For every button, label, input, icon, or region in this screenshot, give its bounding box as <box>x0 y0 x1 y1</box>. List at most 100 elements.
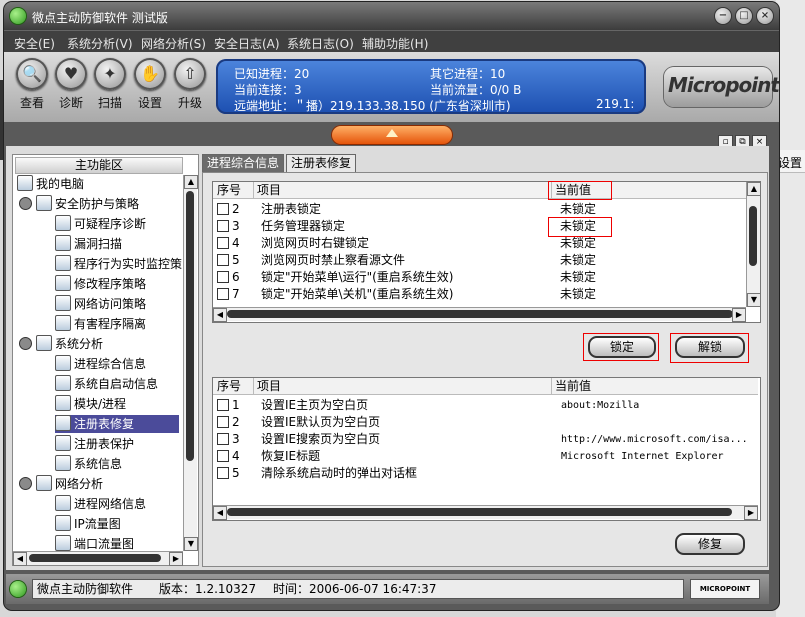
status-logo: MICROPOINT <box>690 579 760 599</box>
maximize-icon[interactable]: □ <box>736 8 752 24</box>
scroll-down-icon[interactable]: ▼ <box>747 293 760 307</box>
table-header: 序号 项目 当前值 <box>213 378 758 395</box>
title-bar[interactable]: 微点主动防御软件 测试版 − □ × <box>4 2 779 30</box>
row-checkbox[interactable] <box>217 450 229 462</box>
tab-registry-repair[interactable]: 注册表修复 <box>286 154 357 172</box>
row-checkbox[interactable] <box>217 237 229 249</box>
row-checkbox[interactable] <box>217 416 229 428</box>
menu-security[interactable]: 安全(E) <box>14 35 55 52</box>
tree-network-analysis[interactable]: 网络分析 <box>19 475 103 493</box>
status-text-box: 微点主动防御软件 版本：1.2.10327 时间：2006-06-07 16:4… <box>32 579 684 599</box>
scroll-thumb[interactable] <box>29 554 161 562</box>
menu-tools[interactable]: 辅助功能(H) <box>362 35 428 52</box>
scroll-left-icon[interactable]: ◀ <box>13 552 27 566</box>
repair-button[interactable]: 修复 <box>675 533 745 555</box>
monitor-icon <box>55 255 71 271</box>
settings-button[interactable]: ✋ 设置 <box>132 58 168 111</box>
row-checkbox[interactable] <box>217 203 229 215</box>
scroll-up-icon[interactable]: ▲ <box>184 175 198 189</box>
up-triangle-icon <box>386 129 398 137</box>
tree-registry-protect[interactable]: 注册表保护 <box>55 435 134 453</box>
minimize-icon[interactable]: − <box>715 8 731 24</box>
network-analysis-icon <box>36 475 52 491</box>
menu-security-log[interactable]: 安全日志(A) <box>214 35 280 52</box>
table1-horizontal-scrollbar[interactable]: ◀ ▶ <box>213 307 746 322</box>
scroll-thumb[interactable] <box>227 508 732 516</box>
table-row[interactable]: 4 恢复IE标题 Microsoft Internet Explorer <box>217 448 757 465</box>
tree-behavior-monitor[interactable]: 程序行为实时监控策 <box>55 255 182 273</box>
row-checkbox[interactable] <box>217 467 229 479</box>
scroll-thumb[interactable] <box>227 310 733 318</box>
scroll-up-icon[interactable]: ▲ <box>747 182 760 196</box>
collapse-icon[interactable] <box>19 337 32 350</box>
table-row[interactable]: 3 设置IE搜索页为空白页 http://www.microsoft.com/i… <box>217 431 757 448</box>
network-icon <box>55 295 71 311</box>
scroll-thumb[interactable] <box>749 206 757 266</box>
table2-horizontal-scrollbar[interactable]: ◀ ▶ <box>213 505 758 520</box>
tree-modify-policy[interactable]: 修改程序策略 <box>55 275 146 293</box>
scroll-down-icon[interactable]: ▼ <box>184 537 198 551</box>
close-icon[interactable]: × <box>757 8 773 24</box>
table-row[interactable]: 5 清除系统启动时的弹出对话框 <box>217 465 757 482</box>
tree-ip-traffic[interactable]: IP流量图 <box>55 515 121 533</box>
unlock-button[interactable]: 解锁 <box>675 336 745 358</box>
upgrade-button[interactable]: ⇧ 升级 <box>172 58 208 111</box>
tree-autostart[interactable]: 系统自启动信息 <box>55 375 158 393</box>
tree-suspicious-diagnose[interactable]: 可疑程序诊断 <box>55 215 146 233</box>
scroll-right-icon[interactable]: ▶ <box>744 506 758 520</box>
background-text: 设置 <box>778 156 803 170</box>
col-item-header: 项目 <box>253 378 552 394</box>
tree-horizontal-scrollbar[interactable]: ◀ ▶ <box>13 551 183 566</box>
menu-network-analysis[interactable]: 网络分析(S) <box>141 35 206 52</box>
tree-system-info[interactable]: 系统信息 <box>55 455 122 473</box>
collapse-toggle[interactable] <box>332 126 452 144</box>
lock-button[interactable]: 锁定 <box>588 336 656 358</box>
collapse-icon[interactable] <box>19 197 32 210</box>
current-connection-count: 当前连接：3 <box>234 83 302 97</box>
tree-modules[interactable]: 模块/进程 <box>55 395 126 413</box>
main-function-panel: 主功能区 我的电脑 安全防护与策略 可疑程序诊断 漏洞扫描 程序行为实时监控策 … <box>12 154 199 566</box>
table1-vertical-scrollbar[interactable]: ▲ ▼ <box>746 182 760 307</box>
menu-system-analysis[interactable]: 系统分析(V) <box>67 35 133 52</box>
row-checkbox[interactable] <box>217 433 229 445</box>
collapse-icon[interactable] <box>19 477 32 490</box>
up-arrow-icon: ⇧ <box>174 58 206 90</box>
tree-network-policy[interactable]: 网络访问策略 <box>55 295 146 313</box>
scroll-right-icon[interactable]: ▶ <box>169 552 183 566</box>
tree-process-network[interactable]: 进程网络信息 <box>55 495 146 513</box>
col-no-header: 序号 <box>213 182 254 198</box>
row-checkbox[interactable] <box>217 254 229 266</box>
menu-system-log[interactable]: 系统日志(O) <box>287 35 354 52</box>
tree-security-policy[interactable]: 安全防护与策略 <box>19 195 139 213</box>
tree-registry-repair[interactable]: 注册表修复 <box>55 415 179 433</box>
diagnose-button[interactable]: ♥ 诊断 <box>53 58 89 111</box>
tree-vuln-scan[interactable]: 漏洞扫描 <box>55 235 122 253</box>
tree-process-info[interactable]: 进程综合信息 <box>55 355 146 373</box>
scan-icon: ✦ <box>94 58 126 90</box>
tree-quarantine[interactable]: 有害程序隔离 <box>55 315 146 333</box>
lock-items-table: 序号 项目 当前值 2 注册表锁定 未锁定 3 任务管理器锁定 未锁定 4 浏览… <box>212 181 761 323</box>
window-title: 微点主动防御软件 测试版 <box>32 11 168 25</box>
row-checkbox[interactable] <box>217 220 229 232</box>
view-button[interactable]: 🔍 查看 <box>14 58 50 111</box>
tree-vertical-scrollbar[interactable]: ▲ ▼ <box>183 175 198 551</box>
row-checkbox[interactable] <box>217 271 229 283</box>
table-row[interactable]: 1 设置IE主页为空白页 about:Mozilla <box>217 397 757 414</box>
ip-chart-icon <box>55 515 71 531</box>
row-checkbox[interactable] <box>217 399 229 411</box>
scan-button[interactable]: ✦ 扫描 <box>92 58 128 111</box>
tab-process-info[interactable]: 进程综合信息 <box>202 154 285 172</box>
tree-my-computer[interactable]: 我的电脑 <box>17 175 84 193</box>
status-bar: 微点主动防御软件 版本：1.2.10327 时间：2006-06-07 16:4… <box>6 574 769 604</box>
info-icon <box>55 455 71 471</box>
background-window-right: 设置 <box>776 0 805 617</box>
scroll-left-icon[interactable]: ◀ <box>213 506 227 520</box>
scroll-right-icon[interactable]: ▶ <box>732 308 746 322</box>
settings-label: 设置 <box>137 96 162 110</box>
row-checkbox[interactable] <box>217 288 229 300</box>
table-row[interactable]: 2 设置IE默认页为空白页 <box>217 414 757 431</box>
scroll-thumb[interactable] <box>186 191 194 461</box>
computer-icon <box>17 175 33 191</box>
scroll-left-icon[interactable]: ◀ <box>213 308 227 322</box>
tree-system-analysis[interactable]: 系统分析 <box>19 335 103 353</box>
